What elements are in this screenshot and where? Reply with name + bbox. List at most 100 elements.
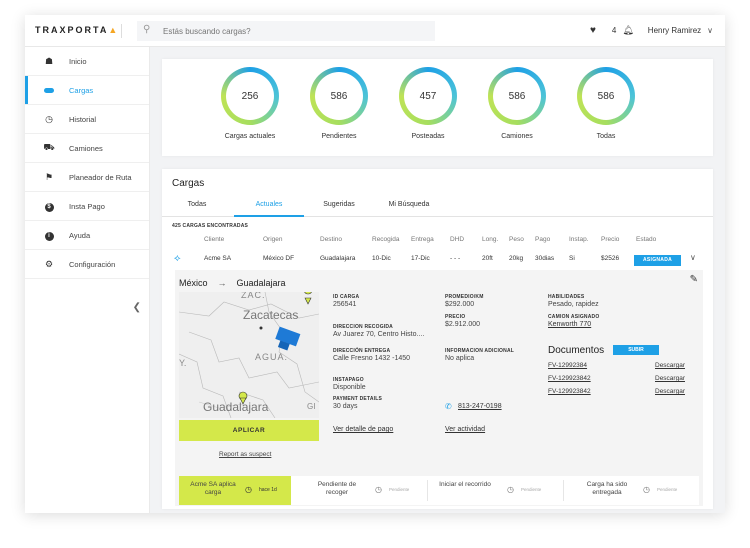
clock-icon: ◷ bbox=[245, 485, 252, 494]
download-link[interactable]: Descargar bbox=[655, 362, 685, 369]
expand-row-chevron-icon[interactable]: ∨ bbox=[690, 253, 696, 262]
column-header[interactable]: DHD bbox=[450, 236, 464, 243]
client-logo: ⟡ bbox=[174, 253, 181, 264]
sidebar-item-cargas[interactable]: Cargas bbox=[25, 76, 149, 105]
column-header[interactable]: Instap. bbox=[569, 236, 589, 243]
sidebar-item-planeador[interactable]: ⚑ Planeador de Ruta bbox=[25, 163, 149, 192]
tab-mi-busqueda[interactable]: Mi Búsqueda bbox=[374, 201, 444, 217]
sidebar-item-label: Ayuda bbox=[69, 230, 91, 240]
notification-count: 4 bbox=[611, 26, 617, 35]
price-value: $2.912.000 bbox=[445, 321, 481, 328]
avg-km-label: PROMEDIO/KM bbox=[445, 294, 484, 300]
stat-ring: 586 bbox=[488, 67, 546, 125]
status-timeline: Acme SA aplica carga ◷ hace 1d Pendiente… bbox=[179, 476, 699, 505]
chevron-down-icon[interactable]: ∨ bbox=[707, 26, 713, 35]
stat-label: Posteadas bbox=[411, 133, 445, 140]
map-label: AGUA. bbox=[255, 352, 289, 362]
pickup-label: DIRECCION RECOGIDA bbox=[333, 324, 393, 330]
column-header[interactable]: Pago bbox=[535, 236, 550, 243]
sidebar-item-label: Historial bbox=[69, 114, 97, 124]
route-origin: México bbox=[179, 278, 208, 288]
map-label: ZAC. bbox=[241, 292, 266, 300]
column-header[interactable]: Long. bbox=[482, 236, 498, 243]
document-link[interactable]: FV-129923842 bbox=[548, 388, 591, 395]
sidebar-item-configuracion[interactable]: ⚙ Configuración bbox=[25, 250, 149, 279]
tab-todas[interactable]: Todas bbox=[162, 201, 232, 217]
route-destination: Guadalajara bbox=[236, 278, 286, 288]
stat-camiones[interactable]: 586 Camiones bbox=[477, 67, 557, 140]
stat-label: Pendientes bbox=[321, 133, 357, 140]
step-status: hace 1d bbox=[259, 487, 277, 493]
cell-long: 20ft bbox=[482, 255, 493, 262]
truck-value-link[interactable]: Kenworth 770 bbox=[548, 321, 591, 328]
phone-icon: ✆ bbox=[445, 402, 452, 411]
sidebar-item-camiones[interactable]: ⛟ Camiones bbox=[25, 134, 149, 163]
timeline-step-pickup: Pendiente de recoger ◷ Pendiente bbox=[291, 476, 427, 505]
report-suspect-link[interactable]: Report as suspect bbox=[219, 451, 271, 458]
bell-icon[interactable]: 🔔︎ bbox=[622, 25, 633, 36]
column-header[interactable]: Peso bbox=[509, 236, 524, 243]
stat-ring: 256 bbox=[221, 67, 279, 125]
load-id-label: ID CARGA bbox=[333, 294, 360, 300]
stat-ring: 586 bbox=[310, 67, 368, 125]
heart-icon[interactable]: ♥ bbox=[590, 25, 596, 36]
stat-posteadas[interactable]: 457 Posteadas bbox=[388, 67, 468, 140]
column-header[interactable]: Cliente bbox=[204, 236, 224, 243]
map-label: Y. bbox=[179, 358, 187, 368]
instapago-value: Disponible bbox=[333, 384, 366, 391]
stat-cargas-actuales[interactable]: 256 Cargas actuales bbox=[210, 67, 290, 140]
column-header[interactable]: Entrega bbox=[411, 236, 434, 243]
column-header[interactable]: Precio bbox=[601, 236, 619, 243]
route-header: México → Guadalajara bbox=[179, 278, 286, 288]
sidebar-item-inicio[interactable]: ☗ Inicio bbox=[25, 47, 149, 76]
payment-detail-link[interactable]: Ver detalle de pago bbox=[333, 426, 393, 433]
stat-pendientes[interactable]: 586 Pendientes bbox=[299, 67, 379, 140]
cell-peso: 20kg bbox=[509, 255, 524, 262]
search-box[interactable]: ⚲ bbox=[137, 21, 435, 41]
sidebar-item-insta-pago[interactable]: $ Insta Pago bbox=[25, 192, 149, 221]
stat-ring: 457 bbox=[399, 67, 457, 125]
sidebar-item-label: Planeador de Ruta bbox=[69, 172, 132, 182]
tab-sugeridas[interactable]: Sugeridas bbox=[304, 201, 374, 217]
stat-value: 457 bbox=[404, 72, 452, 120]
traxporta-logo[interactable]: TRAXPORTA▲ bbox=[35, 25, 119, 35]
skills-value: Pesado, rapidez bbox=[548, 301, 599, 308]
stat-todas[interactable]: 586 Todas bbox=[566, 67, 646, 140]
download-link[interactable]: Descargar bbox=[655, 388, 685, 395]
search-input[interactable] bbox=[163, 24, 423, 38]
sidebar-item-ayuda[interactable]: i Ayuda bbox=[25, 221, 149, 250]
upload-button[interactable]: SUBIR bbox=[613, 345, 659, 355]
top-bar: TRAXPORTA▲ ⚲ ♥ 4 🔔︎ Henry Ramirez ∨ bbox=[25, 15, 725, 47]
cell-recogida: 10-Dic bbox=[372, 255, 391, 262]
column-header[interactable]: Recogida bbox=[372, 236, 399, 243]
price-label: PRECIO bbox=[445, 314, 466, 320]
load-id-value: 256541 bbox=[333, 301, 357, 308]
activity-link[interactable]: Ver actividad bbox=[445, 426, 485, 433]
document-link[interactable]: FV-129923842 bbox=[548, 375, 591, 382]
gear-icon: ⚙ bbox=[44, 258, 54, 269]
info-value: No aplica bbox=[445, 355, 475, 362]
sidebar-item-historial[interactable]: ◷ Historial bbox=[25, 105, 149, 134]
sidebar-item-label: Configuración bbox=[69, 259, 116, 269]
map-label: GI bbox=[307, 402, 316, 411]
document-link[interactable]: FV-12992384 bbox=[548, 362, 587, 369]
clock-icon: ◷ bbox=[643, 485, 650, 494]
app-window: TRAXPORTA▲ ⚲ ♥ 4 🔔︎ Henry Ramirez ∨ ☗ In… bbox=[25, 15, 725, 513]
column-header[interactable]: Origen bbox=[263, 236, 283, 243]
column-header[interactable]: Destino bbox=[320, 236, 342, 243]
phone-link[interactable]: 813-247-0198 bbox=[458, 403, 502, 410]
clock-icon: ◷ bbox=[45, 113, 53, 124]
download-link[interactable]: Descargar bbox=[655, 375, 685, 382]
user-name[interactable]: Henry Ramirez bbox=[648, 26, 701, 35]
collapse-sidebar-icon[interactable]: ❮ bbox=[133, 302, 141, 313]
step-status: Pendiente bbox=[657, 487, 678, 492]
edit-pencil-icon[interactable]: ✎ bbox=[690, 274, 698, 285]
search-icon: ⚲ bbox=[143, 24, 151, 35]
route-map[interactable]: ZAC. Zacatecas AGUA. Y. Guadalajara GI bbox=[179, 292, 319, 418]
truck-icon: ⛟ bbox=[43, 142, 55, 152]
apply-button[interactable]: APLICAR bbox=[179, 420, 319, 441]
cell-entrega: 17-Dic bbox=[411, 255, 430, 262]
stat-label: Todas bbox=[596, 133, 616, 140]
tab-actuales[interactable]: Actuales bbox=[234, 201, 304, 217]
column-header[interactable]: Estado bbox=[636, 236, 656, 243]
